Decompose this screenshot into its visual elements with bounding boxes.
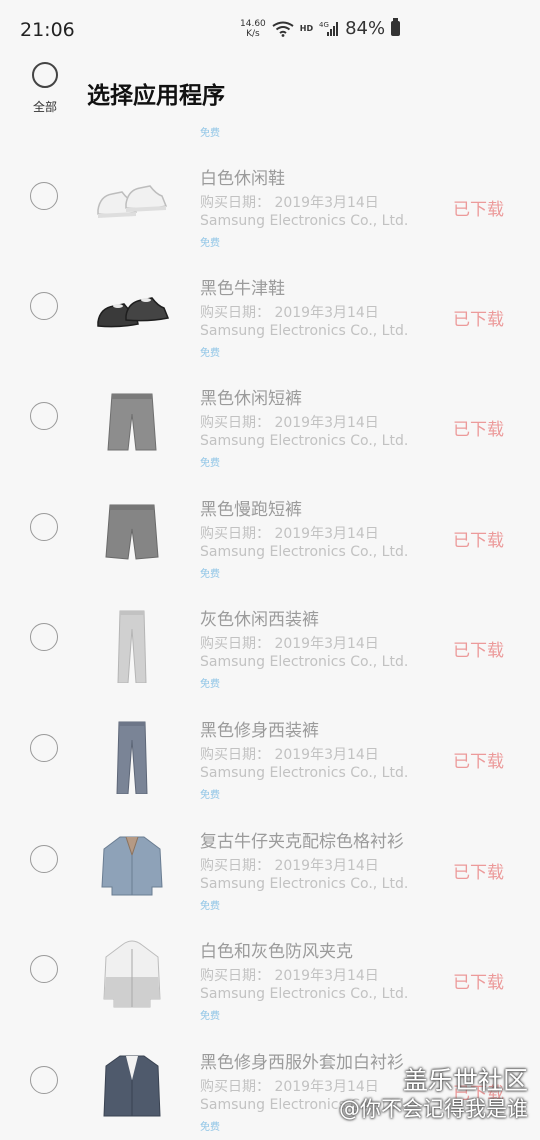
status-downloaded: 已下载 xyxy=(453,973,504,993)
item-name: 黑色休闲短裤 xyxy=(200,389,302,409)
black-jogging-shorts-icon xyxy=(92,483,172,573)
hd-label: HD xyxy=(299,24,314,33)
item-checkbox[interactable] xyxy=(30,182,58,210)
item-purchase-date: 购买日期： 2019年3月14日 xyxy=(200,305,379,321)
gray-trousers-icon xyxy=(92,593,172,684)
item-checkbox[interactable] xyxy=(30,623,58,651)
item-developer: Samsung Electronics Co., Ltd. xyxy=(200,654,409,670)
status-downloaded: 已下载 xyxy=(453,531,504,551)
item-name: 黑色牛津鞋 xyxy=(200,279,285,299)
item-developer: Samsung Electronics Co., Ltd. xyxy=(200,433,409,449)
list-item[interactable]: 灰色休闲西装裤 购买日期： 2019年3月14日 Samsung Electro… xyxy=(0,563,540,690)
status-downloaded: 已下载 xyxy=(453,310,504,330)
white-sneaker-icon xyxy=(92,152,172,242)
select-all-label: 全部 xyxy=(32,100,57,114)
page-title: 选择应用程序 xyxy=(87,83,225,109)
item-purchase-date: 购买日期： 2019年3月14日 xyxy=(200,858,379,874)
item-purchase-date: 购买日期： 2019年3月14日 xyxy=(200,526,379,542)
item-purchase-date: 购买日期： 2019年3月14日 xyxy=(200,636,379,652)
item-name: 白色休闲鞋 xyxy=(200,169,285,189)
list-item[interactable]: 黑色慢跑短裤 购买日期： 2019年3月14日 Samsung Electron… xyxy=(0,453,540,580)
status-downloaded: 已下载 xyxy=(453,200,504,220)
item-checkbox[interactable] xyxy=(30,402,58,430)
denim-jacket-icon xyxy=(92,815,172,905)
item-developer: Samsung Electronics Co., Ltd. xyxy=(200,986,409,1002)
item-name: 灰色休闲西装裤 xyxy=(200,610,319,630)
status-downloaded: 已下载 xyxy=(453,752,504,772)
status-downloaded: 已下载 xyxy=(453,420,504,440)
list-item[interactable]: 黑色牛津鞋 购买日期： 2019年3月14日 Samsung Electroni… xyxy=(0,232,540,359)
item-name: 黑色修身西装裤 xyxy=(200,721,319,741)
item-checkbox[interactable] xyxy=(30,292,58,320)
item-purchase-date: 购买日期： 2019年3月14日 xyxy=(200,415,379,431)
item-name: 白色和灰色防风夹克 xyxy=(200,942,353,962)
battery-percent: 84% xyxy=(345,18,386,39)
item-developer: Samsung Electronics Co., Ltd. xyxy=(200,213,409,229)
network-speed: 14.60 K/s xyxy=(240,18,266,39)
item-checkbox[interactable] xyxy=(30,513,58,541)
list-item[interactable]: 黑色修身西装裤 购买日期： 2019年3月14日 Samsung Electro… xyxy=(0,674,540,801)
black-casual-shorts-icon xyxy=(92,372,172,462)
item-purchase-date: 购买日期： 2019年3月14日 xyxy=(200,747,379,763)
item-name: 复古牛仔夹克配棕色格衬衫 xyxy=(200,832,404,852)
select-all-checkbox[interactable] xyxy=(32,62,58,88)
status-icons: 14.60 K/s HD 4G 84% xyxy=(240,18,401,39)
slim-trousers-icon xyxy=(92,704,172,795)
item-checkbox[interactable] xyxy=(30,845,58,873)
item-checkbox[interactable] xyxy=(30,734,58,762)
watermark-brand: 盖乐世社区 xyxy=(402,1066,528,1095)
item-purchase-date: 购买日期： 2019年3月14日 xyxy=(200,195,379,211)
battery-icon xyxy=(391,18,401,36)
item-developer: Samsung Electronics Co., Ltd. xyxy=(200,544,409,560)
item-name: 黑色慢跑短裤 xyxy=(200,500,302,520)
status-downloaded: 已下载 xyxy=(453,641,504,661)
status-bar: 21:06 14.60 K/s HD 4G 84% xyxy=(0,0,540,60)
list-item[interactable]: 白色和灰色防风夹克 购买日期： 2019年3月14日 Samsung Elect… xyxy=(0,895,540,1022)
network-type: 4G xyxy=(319,21,329,29)
wifi-icon xyxy=(272,21,294,37)
app-list[interactable]: 免费 白色休闲鞋 购买日期： 2019年3月14日 Samsung Electr… xyxy=(0,122,540,1140)
status-downloaded: 已下载 xyxy=(453,863,504,883)
item-price: 免费 xyxy=(200,1122,220,1133)
watermark-user: @你不会记得我是谁 xyxy=(339,1097,528,1121)
status-time: 21:06 xyxy=(20,19,75,41)
item-checkbox[interactable] xyxy=(30,955,58,983)
item-purchase-date: 购买日期： 2019年3月14日 xyxy=(200,968,379,984)
list-item[interactable]: 黑色休闲短裤 购买日期： 2019年3月14日 Samsung Electron… xyxy=(0,342,540,469)
item-developer: Samsung Electronics Co., Ltd. xyxy=(200,765,409,781)
select-all[interactable]: 全部 xyxy=(22,62,68,115)
item-developer: Samsung Electronics Co., Ltd. xyxy=(200,876,409,892)
item-developer: Samsung Electronics Co., Ltd. xyxy=(200,323,409,339)
windbreaker-icon xyxy=(92,925,172,1015)
suit-jacket-icon xyxy=(92,1036,172,1126)
list-item[interactable]: 白色休闲鞋 购买日期： 2019年3月14日 Samsung Electroni… xyxy=(0,122,540,249)
watermark: 盖乐世社区 @你不会记得我是谁 xyxy=(339,1066,528,1122)
black-oxford-shoe-icon xyxy=(92,262,172,352)
cell-signal-icon: 4G xyxy=(319,21,339,37)
item-checkbox[interactable] xyxy=(30,1066,58,1094)
list-item[interactable]: 复古牛仔夹克配棕色格衬衫 购买日期： 2019年3月14日 Samsung El… xyxy=(0,785,540,912)
